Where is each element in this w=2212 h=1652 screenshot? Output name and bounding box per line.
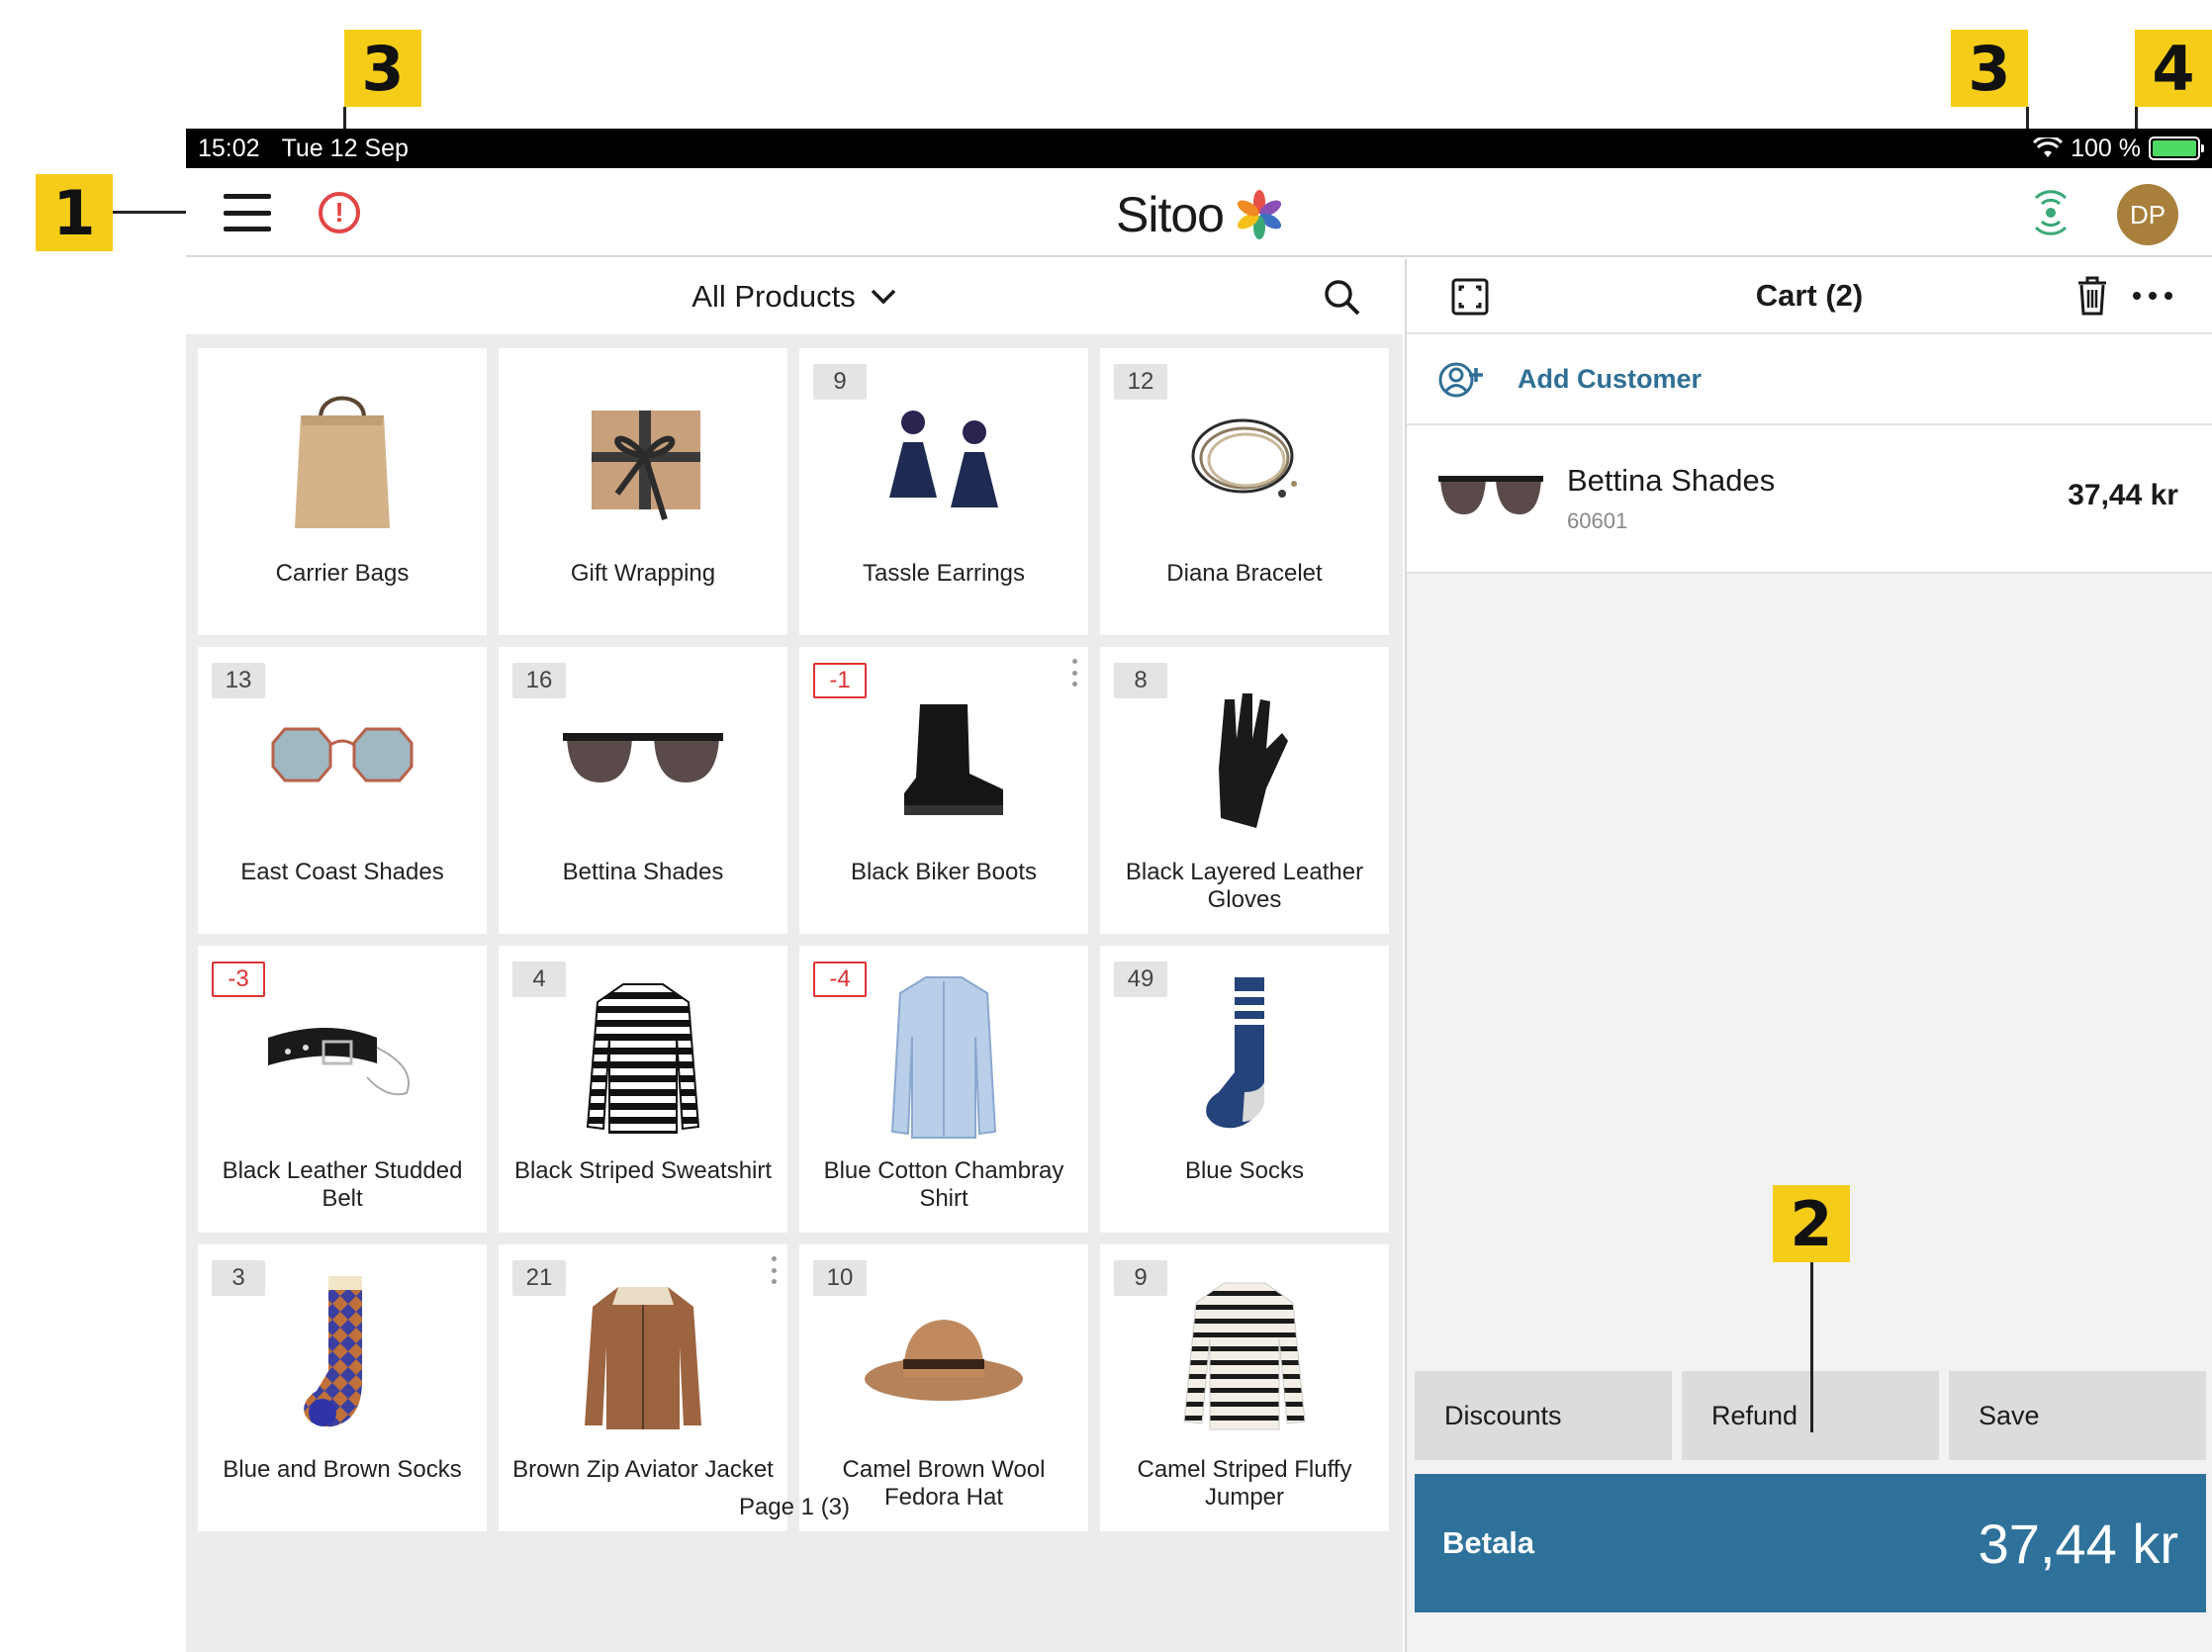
cart-line-sku: 60601 xyxy=(1567,508,1628,533)
trash-icon[interactable] xyxy=(2075,275,2109,317)
product-name: Blue Socks xyxy=(1184,1157,1305,1184)
product-tile[interactable]: 9 Tassle Earrings xyxy=(799,348,1088,635)
callout-alert: 3 xyxy=(344,30,421,107)
cart-line-name: Bettina Shades xyxy=(1567,463,1776,498)
product-name: Black Striped Sweatshirt xyxy=(513,1157,773,1184)
category-dropdown[interactable]: All Products xyxy=(691,279,896,315)
screenshot-stage: 1 3 3 4 15:02 Tue 12 Sep 100 % ! Sitoo D… xyxy=(0,0,2212,1652)
product-name: Black Layered Leather Gloves xyxy=(1125,859,1364,913)
pagination-label: Page 1 (3) xyxy=(738,1494,851,1520)
wifi-icon xyxy=(2033,138,2064,157)
product-tile[interactable]: -3 Black Leather Studded Belt xyxy=(198,946,487,1233)
product-tile[interactable]: Carrier Bags xyxy=(198,348,487,635)
callout-cart-actions: 2 xyxy=(1773,1185,1850,1262)
status-bar: 15:02 Tue 12 Sep 100 % xyxy=(186,129,2212,168)
product-name: Black Biker Boots xyxy=(850,859,1038,885)
product-tile[interactable]: 49 Blue Socks xyxy=(1100,946,1389,1233)
add-customer-button[interactable]: Add Customer xyxy=(1407,334,2212,425)
callout-menu: 1 xyxy=(36,174,113,251)
product-name: Blue Cotton Chambray Shirt xyxy=(823,1157,1064,1212)
socks-icon xyxy=(1146,973,1343,1142)
jumper-icon xyxy=(1146,1272,1343,1440)
cart-header: Cart (2) xyxy=(1407,259,2212,334)
products-header: All Products xyxy=(186,259,1403,334)
gift-box-icon xyxy=(544,376,742,544)
pos-app: 15:02 Tue 12 Sep 100 % ! Sitoo DP All Pr… xyxy=(186,129,2212,1652)
status-time: 15:02 xyxy=(198,134,260,162)
product-tile[interactable]: 4 Black Striped Sweatshirt xyxy=(499,946,787,1233)
alert-icon[interactable]: ! xyxy=(319,192,360,233)
jacket-icon xyxy=(544,1272,742,1440)
cart-line-item[interactable]: Bettina Shades 60601 37,44 kr xyxy=(1407,425,2212,574)
leader-line-cart-actions xyxy=(1810,1262,1813,1432)
logo-text: Sitoo xyxy=(1116,187,1225,242)
paper-bag-icon xyxy=(243,376,441,544)
hat-icon xyxy=(845,1272,1043,1440)
product-name: Brown Zip Aviator Jacket xyxy=(512,1456,774,1483)
sweatshirt-icon xyxy=(544,973,742,1142)
product-name: Black Leather Studded Belt xyxy=(222,1157,463,1212)
product-tile[interactable]: 9 Camel Striped Fluffy Jumper xyxy=(1100,1244,1389,1531)
battery-icon xyxy=(2149,137,2204,160)
product-name: Tassle Earrings xyxy=(862,560,1026,587)
sunglasses-icon xyxy=(243,675,441,843)
product-tile[interactable]: 3 Blue and Brown Socks xyxy=(198,1244,487,1531)
belt-icon xyxy=(243,973,441,1142)
category-label: All Products xyxy=(691,279,856,314)
product-tile[interactable]: 13 East Coast Shades xyxy=(198,647,487,934)
pay-label: Betala xyxy=(1442,1525,1535,1560)
battery-percent: 100 % xyxy=(2071,134,2141,162)
product-tile[interactable]: 16 Bettina Shades xyxy=(499,647,787,934)
product-name: East Coast Shades xyxy=(240,859,444,885)
cart-panel: Cart (2) Add Customer Bettina Shades 606… xyxy=(1405,259,2212,1652)
sunglasses-icon xyxy=(544,675,742,843)
pay-amount: 37,44 kr xyxy=(1978,1512,2178,1575)
discounts-button[interactable]: Discounts xyxy=(1415,1371,1672,1460)
product-name: Carrier Bags xyxy=(275,560,410,587)
boot-icon xyxy=(845,675,1043,843)
barcode-scan-icon[interactable] xyxy=(1450,277,1490,317)
add-customer-label: Add Customer xyxy=(1518,363,1703,394)
kebab-menu-icon[interactable] xyxy=(772,1256,778,1284)
callout-user: 4 xyxy=(2135,30,2212,107)
product-name: Gift Wrapping xyxy=(570,560,716,587)
product-name: Blue and Brown Socks xyxy=(223,1456,462,1483)
product-name: Bettina Shades xyxy=(562,859,724,885)
logo: Sitoo xyxy=(1116,186,1287,243)
cart-title: Cart (2) xyxy=(1755,278,1864,313)
product-tile[interactable]: 10 Camel Brown Wool Fedora Hat xyxy=(799,1244,1088,1531)
callout-connection: 3 xyxy=(1951,30,2028,107)
save-button[interactable]: Save xyxy=(1949,1371,2206,1460)
pay-button[interactable]: Betala 37,44 kr xyxy=(1415,1474,2206,1612)
kebab-menu-icon[interactable] xyxy=(1072,659,1078,687)
more-options-icon[interactable] xyxy=(2133,281,2172,311)
sunglasses-icon xyxy=(1438,476,1543,514)
status-date: Tue 12 Sep xyxy=(281,134,409,162)
search-icon[interactable] xyxy=(1322,277,1361,317)
socks-icon xyxy=(243,1272,441,1440)
product-tile[interactable]: 8 Black Layered Leather Gloves xyxy=(1100,647,1389,934)
cart-line-price: 37,44 kr xyxy=(2068,479,2178,511)
product-tile[interactable]: -1 Black Biker Boots xyxy=(799,647,1088,934)
gloves-icon xyxy=(1146,675,1343,843)
product-tile[interactable]: 12 Diana Bracelet xyxy=(1100,348,1389,635)
add-user-icon xyxy=(1438,362,1483,398)
hamburger-menu-icon[interactable] xyxy=(224,194,271,231)
logo-flower-icon xyxy=(1237,190,1282,239)
product-name: Diana Bracelet xyxy=(1166,560,1323,587)
user-avatar[interactable]: DP xyxy=(2117,184,2178,245)
bracelet-icon xyxy=(1146,376,1343,544)
products-panel: All Products Carrier Bags Gift Wrapping … xyxy=(186,259,1403,1652)
product-tile[interactable]: 21 Brown Zip Aviator Jacket xyxy=(499,1244,787,1531)
top-bar: ! Sitoo DP xyxy=(186,168,2212,257)
earrings-icon xyxy=(845,376,1043,544)
connection-signal-icon[interactable] xyxy=(2028,190,2074,235)
product-grid: Carrier Bags Gift Wrapping 9 Tassle Earr… xyxy=(198,348,1391,1531)
shirt-icon xyxy=(845,973,1043,1142)
chevron-down-icon xyxy=(871,289,895,305)
product-tile[interactable]: -4 Blue Cotton Chambray Shirt xyxy=(799,946,1088,1233)
product-tile[interactable]: Gift Wrapping xyxy=(499,348,787,635)
